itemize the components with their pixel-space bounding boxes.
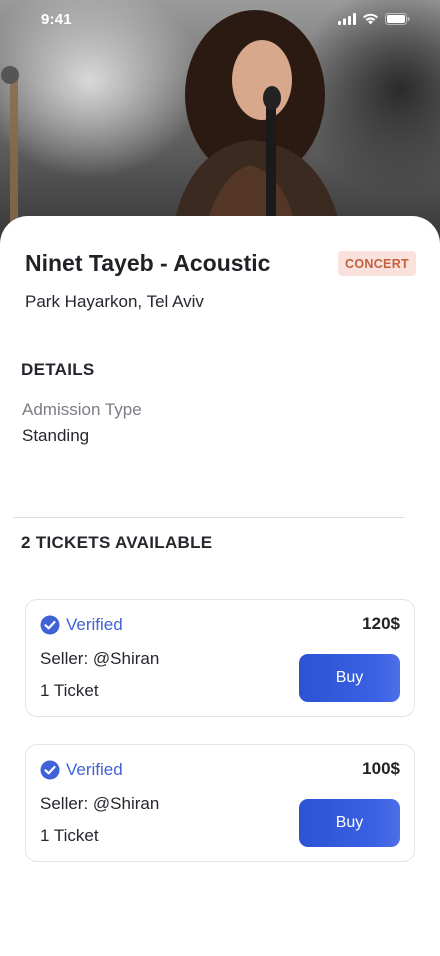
event-venue: Park Hayarkon, Tel Aviv [25,292,204,311]
ticket-price: 100$ [362,759,400,778]
verified-status: Verified [40,760,123,780]
status-time: 9:41 [41,11,72,28]
verified-label: Verified [66,615,123,634]
event-title: Ninet Tayeb - Acoustic [25,250,271,276]
buy-button[interactable]: Buy [299,799,400,847]
buy-button[interactable]: Buy [299,654,400,702]
admission-type-value: Standing [22,426,90,445]
tickets-heading: 2 TICKETS AVAILABLE [21,533,213,552]
ticket-quantity: 1 Ticket [40,681,99,700]
section-divider [13,517,404,518]
verified-status: Verified [40,615,123,635]
cellular-signal-icon [338,13,356,25]
verified-check-icon [40,615,60,635]
admission-type-label: Admission Type [22,400,142,419]
ticket-seller: Seller: @Shiran [40,794,160,813]
ticket-seller: Seller: @Shiran [40,649,160,668]
verified-check-icon [40,760,60,780]
details-heading: DETAILS [21,360,95,379]
status-bar: 9:41 [0,0,440,40]
status-icons [338,13,410,25]
category-badge: CONCERT [338,251,416,276]
ticket-quantity: 1 Ticket [40,826,99,845]
ticket-card: Verified 100$ Seller: @Shiran 1 Ticket B… [25,744,415,862]
ticket-price: 120$ [362,614,400,633]
wifi-icon [363,13,378,25]
ticket-card: Verified 120$ Seller: @Shiran 1 Ticket B… [25,599,415,717]
verified-label: Verified [66,760,123,779]
battery-icon [385,13,410,25]
